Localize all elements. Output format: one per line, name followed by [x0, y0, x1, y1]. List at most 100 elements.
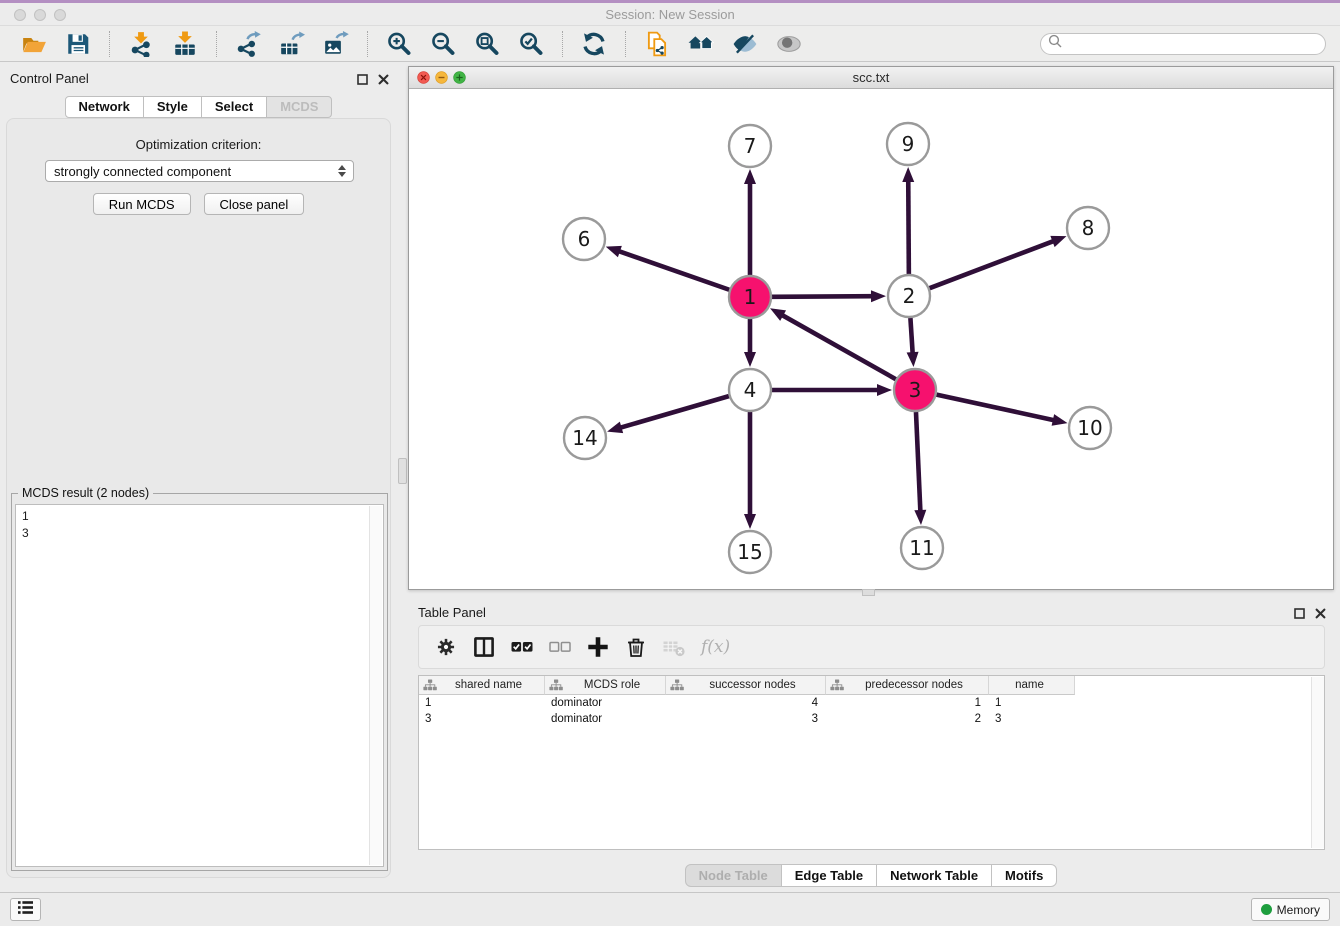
graph-edge-3-10[interactable]	[936, 395, 1067, 426]
zoom-fit-icon[interactable]	[473, 30, 501, 58]
export-image-icon[interactable]	[322, 30, 350, 58]
graph-edge-2-8[interactable]	[930, 236, 1067, 288]
graph-node-3[interactable]: 3	[894, 369, 936, 411]
snapshot-icon[interactable]	[643, 30, 671, 58]
network-canvas[interactable]: 7 9 6 8 1 2 4 3 14 10 15 11	[409, 89, 1333, 589]
column-header-label: shared name	[437, 679, 544, 691]
select-all-icon[interactable]	[509, 634, 535, 660]
run-mcds-button[interactable]: Run MCDS	[93, 193, 191, 215]
zoom-out-icon[interactable]	[429, 30, 457, 58]
close-panel-button[interactable]: Close panel	[204, 193, 305, 215]
deselect-all-icon[interactable]	[547, 634, 573, 660]
graph-edge-1-2[interactable]	[772, 290, 886, 302]
graph-node-4[interactable]: 4	[729, 369, 771, 411]
zoom-selected-icon[interactable]	[517, 30, 545, 58]
mcds-result-box[interactable]: 1 3	[15, 504, 384, 867]
criterion-select[interactable]: strongly connected component	[45, 160, 354, 182]
network-minimize-button[interactable]	[435, 71, 448, 87]
graph-edge-1-6[interactable]	[606, 246, 730, 290]
graph-edge-4-14[interactable]	[607, 396, 729, 433]
refresh-icon[interactable]	[580, 30, 608, 58]
table-panel-title: Table Panel	[418, 605, 486, 620]
open-icon[interactable]	[20, 30, 48, 58]
tab-edge-table[interactable]: Edge Table	[781, 864, 877, 887]
graph-node-9[interactable]: 9	[887, 123, 929, 165]
zoom-in-icon[interactable]	[385, 30, 413, 58]
import-network-icon[interactable]	[127, 30, 155, 58]
save-icon[interactable]	[64, 30, 92, 58]
graph-node-7[interactable]: 7	[729, 125, 771, 167]
search-input[interactable]	[1066, 35, 1318, 52]
export-table-icon[interactable]	[278, 30, 306, 58]
add-row-icon[interactable]	[585, 634, 611, 660]
show-all-icon[interactable]	[775, 30, 803, 58]
columns-icon[interactable]	[471, 634, 497, 660]
graph-node-6[interactable]: 6	[563, 218, 605, 260]
graph-node-2[interactable]: 2	[888, 275, 930, 317]
minimize-button[interactable]	[34, 9, 46, 21]
table-row[interactable]: 1dominator411	[419, 695, 1324, 711]
zoom-button[interactable]	[54, 9, 66, 21]
result-scrollbar[interactable]	[369, 506, 382, 865]
horizontal-splitter-handle[interactable]	[862, 589, 875, 596]
close-table-panel-icon[interactable]	[1315, 606, 1326, 624]
hide-selected-icon[interactable]	[731, 30, 759, 58]
table-panel-header: Table Panel	[408, 596, 1334, 626]
tab-node-table[interactable]: Node Table	[685, 864, 782, 887]
import-table-icon[interactable]	[171, 30, 199, 58]
column-header-predecessor-nodes[interactable]: predecessor nodes	[826, 676, 989, 695]
sort-tree-icon	[670, 679, 684, 691]
status-bar: Memory	[0, 892, 1340, 926]
column-header-successor-nodes[interactable]: successor nodes	[666, 676, 826, 695]
search-box[interactable]	[1040, 33, 1326, 55]
application-window: Session: New Session Control Panel Netwo…	[0, 0, 1340, 926]
graph-edge-1-4[interactable]	[744, 319, 756, 367]
network-close-button[interactable]	[417, 71, 430, 87]
column-header-label: predecessor nodes	[844, 679, 988, 691]
close-button[interactable]	[14, 9, 26, 21]
graph-edge-4-3[interactable]	[772, 384, 892, 396]
graph-node-10[interactable]: 10	[1069, 407, 1111, 449]
mcds-result-text: 1 3	[22, 508, 29, 542]
graph-edge-3-1[interactable]	[770, 308, 896, 379]
close-panel-icon[interactable]	[378, 72, 389, 90]
gear-icon[interactable]	[433, 634, 459, 660]
column-header-label: name	[989, 679, 1074, 691]
table-row[interactable]: 3dominator323	[419, 711, 1324, 727]
column-header-name[interactable]: name	[989, 676, 1075, 695]
task-history-button[interactable]	[10, 898, 41, 921]
toolbar-separator	[562, 31, 563, 57]
graph-node-14[interactable]: 14	[564, 417, 606, 459]
toolbar-separator	[109, 31, 110, 57]
tab-network-table[interactable]: Network Table	[876, 864, 992, 887]
tab-motifs[interactable]: Motifs	[991, 864, 1057, 887]
optimization-criterion-label: Optimization criterion:	[7, 137, 390, 152]
tab-style[interactable]: Style	[143, 96, 202, 118]
graph-edge-4-15[interactable]	[744, 412, 756, 529]
column-header-shared-name[interactable]: shared name	[419, 676, 545, 695]
vertical-splitter-handle[interactable]	[398, 458, 407, 484]
graph-edge-2-3[interactable]	[907, 318, 919, 367]
graph-node-15[interactable]: 15	[729, 531, 771, 573]
first-neighbors-icon[interactable]	[687, 30, 715, 58]
graph-edge-1-7[interactable]	[744, 169, 756, 275]
network-zoom-button[interactable]	[453, 71, 466, 87]
export-network-icon[interactable]	[234, 30, 262, 58]
graph-node-11[interactable]: 11	[901, 527, 943, 569]
select-stepper-icon	[334, 165, 350, 177]
float-table-panel-icon[interactable]	[1294, 606, 1305, 624]
graph-edge-3-11[interactable]	[914, 412, 926, 525]
svg-text:2: 2	[903, 284, 916, 308]
graph-edge-2-9[interactable]	[902, 167, 914, 274]
table-scrollbar[interactable]	[1311, 677, 1324, 848]
graph-node-8[interactable]: 8	[1067, 207, 1109, 249]
tab-network[interactable]: Network	[65, 96, 144, 118]
delete-row-icon[interactable]	[623, 634, 649, 660]
memory-button[interactable]: Memory	[1251, 898, 1330, 921]
tab-mcds[interactable]: MCDS	[266, 96, 332, 118]
column-header-MCDS-role[interactable]: MCDS role	[545, 676, 666, 695]
float-panel-icon[interactable]	[357, 72, 368, 90]
graph-node-1[interactable]: 1	[729, 276, 771, 318]
tab-select[interactable]: Select	[201, 96, 267, 118]
svg-text:6: 6	[578, 227, 591, 251]
